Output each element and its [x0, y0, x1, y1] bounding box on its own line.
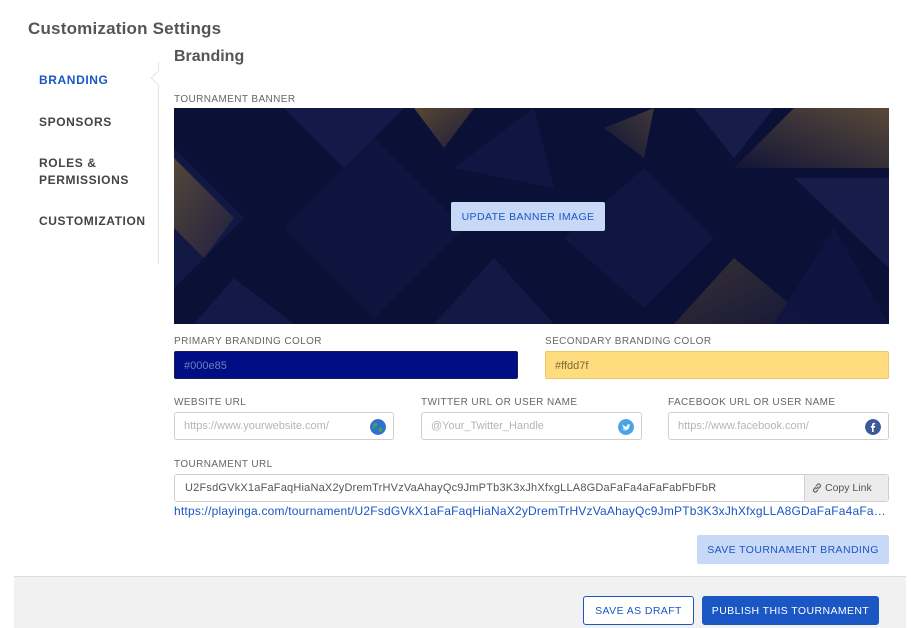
facebook-input[interactable] — [669, 413, 888, 439]
copy-link-button[interactable]: Copy Link — [804, 475, 888, 501]
save-draft-button[interactable]: SAVE AS DRAFT — [583, 596, 694, 625]
twitter-icon — [618, 419, 634, 435]
tournament-url-label: TOURNAMENT URL — [174, 459, 273, 470]
tournament-banner: UPDATE BANNER IMAGE — [174, 108, 889, 324]
twitter-input[interactable] — [422, 413, 641, 439]
sidebar-item-sponsors[interactable]: SPONSORS — [39, 114, 112, 131]
website-input[interactable] — [175, 413, 393, 439]
copy-link-label: Copy Link — [825, 482, 872, 494]
update-banner-button[interactable]: UPDATE BANNER IMAGE — [451, 202, 605, 231]
page-title: Customization Settings — [28, 19, 222, 38]
secondary-color-input[interactable]: #ffdd7f — [545, 351, 889, 379]
facebook-icon — [865, 419, 881, 435]
sidebar-item-roles-permissions[interactable]: ROLES & PERMISSIONS — [39, 155, 129, 189]
twitter-label: TWITTER URL OR USER NAME — [421, 397, 578, 408]
website-field — [174, 412, 394, 440]
settings-sidebar: BRANDING SPONSORS ROLES & PERMISSIONS CU… — [20, 62, 168, 264]
primary-color-input[interactable]: #000e85 — [174, 351, 518, 379]
twitter-field — [421, 412, 642, 440]
tournament-link[interactable]: https://playinga.com/tournament/U2FsdGVk… — [174, 504, 889, 518]
publish-button[interactable]: PUBLISH THIS TOURNAMENT — [702, 596, 879, 625]
facebook-field — [668, 412, 889, 440]
tournament-url-field: U2FsdGVkX1aFaFaqHiaNaX2yDremTrHVzVaAhayQ… — [174, 474, 889, 502]
sidebar-item-customization[interactable]: CUSTOMIZATION — [39, 213, 146, 230]
secondary-color-label: SECONDARY BRANDING COLOR — [545, 336, 712, 347]
website-label: WEBSITE URL — [174, 397, 247, 408]
banner-label: TOURNAMENT BANNER — [174, 94, 296, 105]
tournament-url-value: U2FsdGVkX1aFaFaqHiaNaX2yDremTrHVzVaAhayQ… — [185, 482, 717, 494]
link-icon — [812, 483, 822, 493]
active-indicator — [150, 69, 168, 87]
sidebar-item-branding[interactable]: BRANDING — [39, 72, 108, 89]
facebook-label: FACEBOOK URL OR USER NAME — [668, 397, 836, 408]
section-title: Branding — [174, 48, 245, 65]
save-branding-button[interactable]: SAVE TOURNAMENT BRANDING — [697, 535, 889, 564]
footer-bar: SAVE AS DRAFT PUBLISH THIS TOURNAMENT — [14, 576, 906, 628]
primary-color-label: PRIMARY BRANDING COLOR — [174, 336, 322, 347]
globe-icon — [370, 419, 386, 435]
